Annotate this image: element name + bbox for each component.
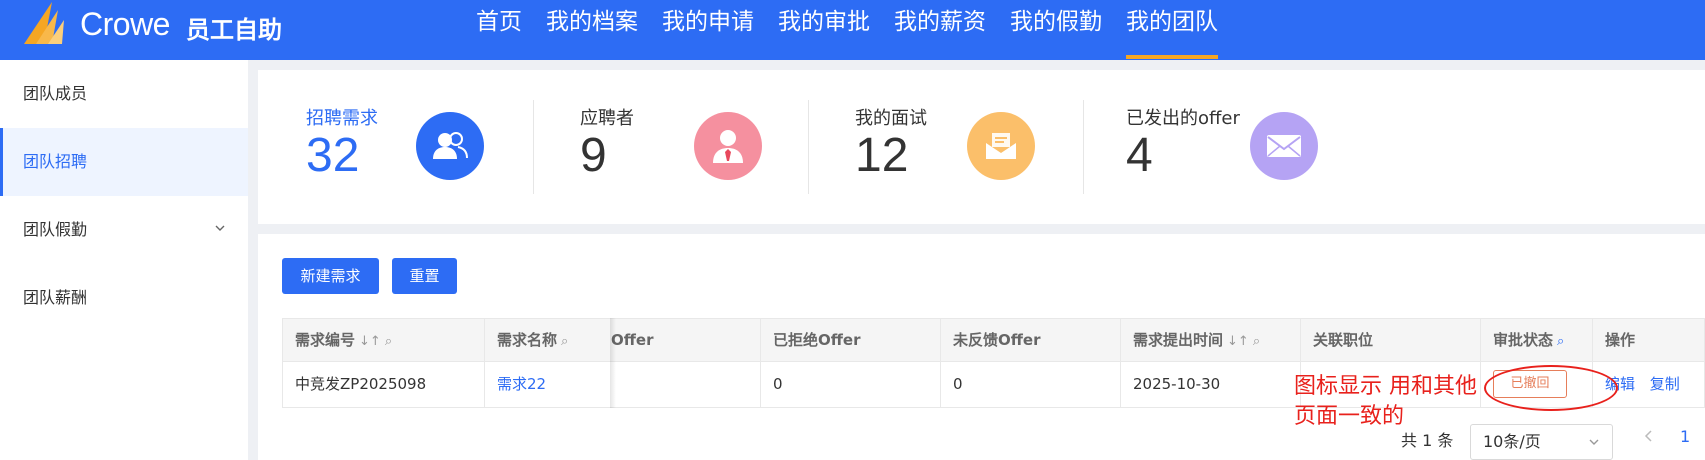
crowe-logo	[22, 2, 82, 48]
sidebar-item-team-attendance[interactable]: 团队假勤	[0, 196, 248, 264]
search-icon[interactable]: ⌕	[561, 334, 568, 349]
stat-divider	[808, 100, 809, 194]
column-divider	[484, 318, 485, 408]
nav-attendance[interactable]: 我的假勤	[998, 0, 1114, 60]
sidebar-item-label: 团队薪酬	[23, 288, 88, 307]
mail-open-icon	[967, 112, 1035, 180]
nav-applications[interactable]: 我的申请	[650, 0, 766, 60]
brand-name: Crowe	[80, 6, 170, 42]
column-header-offer[interactable]: Offer	[611, 319, 761, 363]
sidebar-item-label: 团队招聘	[23, 152, 88, 171]
column-header-name[interactable]: 需求名称 ⌕	[485, 319, 611, 363]
stat-label: 我的面试	[855, 108, 927, 129]
sidebar-item-label: 团队成员	[23, 84, 88, 103]
cell-name-link[interactable]: 需求22	[485, 362, 611, 408]
main-nav: 首页 我的档案 我的申请 我的审批 我的薪资 我的假勤 我的团队	[464, 0, 1230, 60]
search-icon[interactable]: ⌕	[1557, 334, 1564, 349]
sort-search-icon[interactable]: ↓↑ ⌕	[359, 334, 392, 349]
pagination-total: 共 1 条	[1401, 431, 1454, 450]
stat-divider	[1083, 100, 1084, 194]
column-divider	[940, 318, 941, 408]
top-header: Crowe 员工自助 首页 我的档案 我的申请 我的审批 我的薪资 我的假勤 我…	[0, 0, 1705, 60]
column-header-code[interactable]: 需求编号 ↓↑ ⌕	[283, 319, 485, 363]
page-size-select[interactable]: 10条/页	[1470, 424, 1613, 460]
stat-value: 12	[855, 129, 909, 182]
column-divider	[760, 318, 761, 408]
cell-submit-date: 2025-10-30	[1133, 375, 1221, 393]
column-header-submit-date[interactable]: 需求提出时间 ↓↑ ⌕	[1121, 319, 1301, 363]
app-title: 员工自助	[186, 16, 282, 44]
column-header-no-feedback-offer[interactable]: 未反馈Offer	[941, 319, 1121, 363]
column-divider	[1120, 318, 1121, 408]
fixed-column-shadow	[610, 318, 616, 408]
column-header-actions: 操作	[1605, 331, 1636, 349]
sidebar-item-team-members[interactable]: 团队成员	[0, 60, 248, 128]
sidebar-item-label: 团队假勤	[23, 220, 88, 239]
nav-approvals[interactable]: 我的审批	[766, 0, 882, 60]
users-icon	[416, 112, 484, 180]
cell-no-feedback-offer: 0	[953, 375, 963, 393]
stat-label: 已发出的offer	[1126, 108, 1240, 129]
reset-button[interactable]: 重置	[392, 258, 457, 294]
new-demand-button[interactable]: 新建需求	[282, 258, 379, 294]
chevron-down-icon	[1588, 425, 1600, 460]
column-header-approval-status[interactable]: 审批状态 ⌕	[1481, 319, 1593, 363]
table-header: 需求编号 ↓↑ ⌕ 需求名称 ⌕ Offer 已拒绝Offer 未反馈Offer 需…	[282, 318, 1705, 362]
nav-my-team[interactable]: 我的团队	[1114, 0, 1230, 60]
stat-value: 9	[580, 129, 607, 182]
stat-divider	[533, 100, 534, 194]
column-header-position[interactable]: 关联职位	[1301, 319, 1481, 363]
copy-link[interactable]: 复制	[1650, 375, 1680, 393]
person-tie-icon	[694, 112, 762, 180]
cell-rejected-offer: 0	[773, 375, 783, 393]
nav-profile[interactable]: 我的档案	[534, 0, 650, 60]
cell-code: 中竞发ZP2025098	[295, 375, 427, 393]
prev-page-button[interactable]	[1644, 428, 1654, 447]
cell-offer	[611, 362, 761, 408]
sort-search-icon[interactable]: ↓↑ ⌕	[1227, 334, 1260, 349]
page-number-current[interactable]: 1	[1680, 427, 1690, 446]
sidebar-item-team-recruitment[interactable]: 团队招聘	[0, 128, 248, 196]
annotation-ellipse	[1484, 365, 1618, 411]
sidebar-item-team-compensation[interactable]: 团队薪酬	[0, 264, 248, 332]
review-annotation: 图标显示 用和其他页面一致的	[1294, 374, 1477, 429]
stat-value: 4	[1126, 129, 1153, 182]
envelope-icon	[1250, 112, 1318, 180]
stat-label: 应聘者	[580, 108, 634, 129]
stat-label: 招聘需求	[306, 108, 378, 129]
column-header-rejected-offer[interactable]: 已拒绝Offer	[761, 319, 941, 363]
stat-value: 32	[306, 129, 360, 182]
page-size-value: 10条/页	[1483, 432, 1541, 451]
sidebar: 团队成员 团队招聘 团队假勤 团队薪酬	[0, 60, 248, 460]
nav-home[interactable]: 首页	[464, 0, 534, 60]
chevron-down-icon	[214, 196, 226, 264]
nav-salary[interactable]: 我的薪资	[882, 0, 998, 60]
stats-panel: 招聘需求 32 应聘者 9 我的面试 12 已发出的offer 4	[258, 70, 1705, 224]
